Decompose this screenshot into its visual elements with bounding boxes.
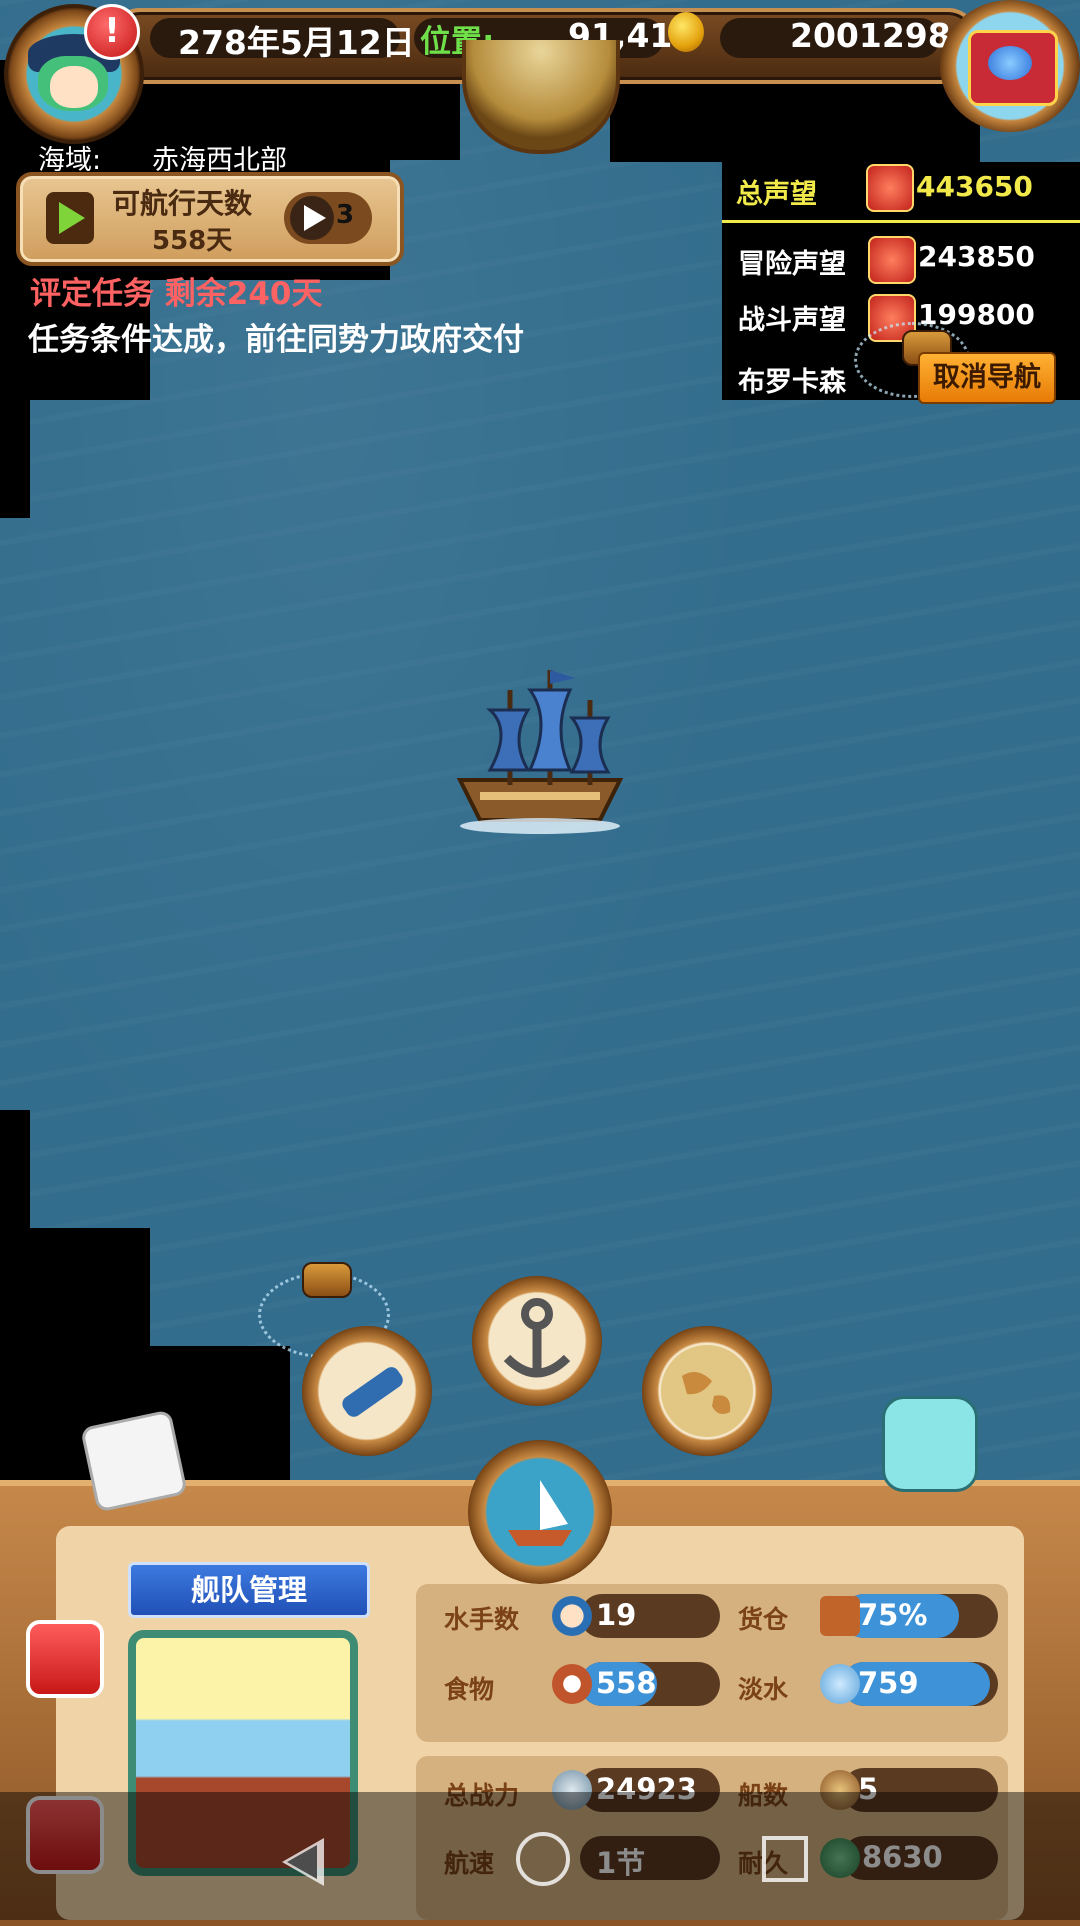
total-reputation-label: 总声望 <box>736 179 817 210</box>
reputation-divider <box>722 220 1080 223</box>
food-icon <box>552 1664 592 1704</box>
adventure-reputation-label: 冒险声望 <box>738 249 846 280</box>
sailors-label: 水手数 <box>444 1605 520 1634</box>
player-ship[interactable] <box>440 660 640 840</box>
anchor-button[interactable] <box>472 1276 602 1406</box>
speed-toggle[interactable] <box>284 192 372 244</box>
food-label: 食物 <box>444 1675 495 1704</box>
telescope-button[interactable] <box>302 1326 432 1456</box>
total-reputation-value: 443650 <box>916 170 1033 203</box>
sailors-value: 19 <box>596 1598 637 1632</box>
speed-value: 3 <box>336 200 355 230</box>
date-text: 278年5月12日 <box>178 23 415 62</box>
coin-icon <box>668 12 704 52</box>
home-icon[interactable] <box>516 1832 570 1886</box>
water-label: 淡水 <box>738 1675 789 1704</box>
adventure-reputation-value: 243850 <box>918 240 1035 273</box>
floating-barrel-icon-2[interactable] <box>302 1262 352 1298</box>
adventure-reputation-icon <box>868 236 916 284</box>
mascot-right <box>882 1396 978 1492</box>
fast-forward-icon <box>290 196 334 240</box>
world-map-button[interactable] <box>642 1326 772 1456</box>
voyage-days-label: 可航行天数 <box>112 187 253 220</box>
sail-ship-icon <box>508 1480 572 1546</box>
total-reputation-icon <box>866 164 914 212</box>
cancel-navigation-button[interactable]: 取消导航 <box>918 352 1056 404</box>
battle-reputation-label: 战斗声望 <box>738 305 846 336</box>
gem-icon <box>988 46 1032 80</box>
fleet-management-title[interactable]: 舰队管理 <box>128 1562 370 1618</box>
anchor-icon <box>503 1298 571 1378</box>
crew-side-button[interactable] <box>26 1620 104 1698</box>
task-remaining: 评定任务 剩余240天 <box>30 276 323 312</box>
destination-port: 布罗卡森 <box>738 367 846 398</box>
gold-value: 2001298 <box>790 16 951 55</box>
telescope-icon <box>342 1367 403 1417</box>
treasure-chest-icon[interactable] <box>940 0 1080 132</box>
cargo-icon <box>820 1596 860 1636</box>
voyage-days-value: 558天 <box>152 226 233 256</box>
play-icon[interactable] <box>46 192 94 244</box>
water-jug-icon <box>820 1664 860 1704</box>
food-value: 558 <box>596 1666 657 1700</box>
sail-ship-button[interactable] <box>468 1440 612 1584</box>
water-value: 759 <box>858 1666 919 1700</box>
mask-left-3 <box>0 400 30 518</box>
sailor-icon <box>552 1596 592 1636</box>
mask-left-5 <box>0 1228 150 1348</box>
task-status: 任务条件达成，前往同势力政府交付 <box>28 322 524 358</box>
back-icon[interactable] <box>282 1838 324 1886</box>
mask-top-right <box>740 80 980 162</box>
avatar-face <box>50 66 98 108</box>
recent-apps-icon[interactable] <box>762 1836 808 1882</box>
mask-left-4 <box>0 1110 30 1230</box>
cargo-value: 75% <box>858 1598 928 1632</box>
alert-icon[interactable]: ! <box>84 4 140 60</box>
cargo-label: 货仓 <box>738 1605 789 1634</box>
world-map-icon <box>661 1345 753 1437</box>
